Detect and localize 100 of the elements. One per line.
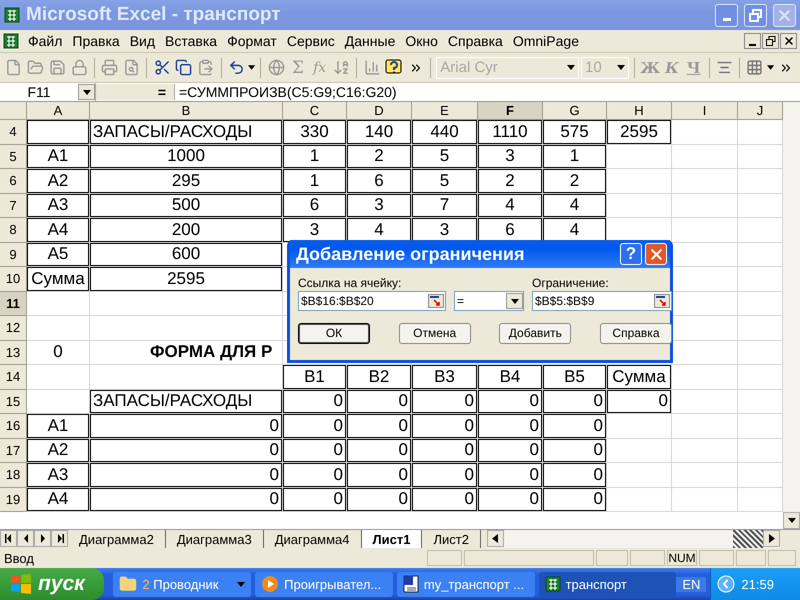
table-cell: Сумма bbox=[607, 365, 672, 390]
table-cell: 0 bbox=[90, 414, 283, 438]
language-indicator[interactable]: EN bbox=[676, 576, 706, 592]
menu-item[interactable]: Формат bbox=[222, 33, 282, 49]
table-cell: 2 bbox=[543, 169, 607, 194]
table-cell: 1 bbox=[283, 169, 347, 194]
table-cell: 0 bbox=[283, 488, 347, 512]
menu-item[interactable]: Данные bbox=[340, 33, 400, 49]
table-cell: 0 bbox=[412, 414, 478, 438]
table-cell: 7 bbox=[412, 194, 478, 218]
name-box[interactable]: F11 bbox=[0, 83, 96, 101]
table-cell: А5 bbox=[27, 242, 90, 267]
table-cell: 575 bbox=[543, 120, 607, 144]
table-cell: 0 bbox=[478, 438, 543, 463]
table-cell: 0 bbox=[543, 414, 607, 438]
table-cell: 600 bbox=[90, 242, 283, 267]
table-cell: 3 bbox=[347, 194, 412, 218]
table-cell: 3 bbox=[478, 144, 543, 169]
formula-field[interactable]: =СУММПРОИЗВ(C5:G9;C16:G20) bbox=[175, 84, 397, 100]
table-cell: 0 bbox=[478, 414, 543, 438]
column-header[interactable]: C bbox=[283, 102, 347, 120]
table-cell: 440 bbox=[412, 120, 478, 144]
table-cell: 0 bbox=[347, 488, 412, 512]
row-header[interactable]: 8 bbox=[0, 218, 27, 242]
table-cell: 0 bbox=[90, 463, 283, 488]
table-cell: 0 bbox=[478, 390, 543, 414]
taskbar-button[interactable]: 2 Проводник bbox=[113, 572, 252, 596]
column-header[interactable]: H bbox=[607, 102, 672, 120]
table-cell: 1 bbox=[543, 144, 607, 169]
operator-select[interactable]: = bbox=[454, 291, 524, 311]
menu-item[interactable]: OmniPage bbox=[508, 33, 584, 49]
table-cell: 0 bbox=[412, 390, 478, 414]
row-header[interactable]: 11 bbox=[0, 292, 27, 316]
sheet-tab[interactable]: Лист1 bbox=[362, 530, 422, 548]
row-header[interactable]: 18 bbox=[0, 463, 27, 488]
table-cell: А4 bbox=[27, 218, 90, 242]
equals-sign: = bbox=[96, 84, 175, 100]
table-cell: ФОРМА ДЛЯ Р bbox=[90, 340, 283, 365]
table-cell: ЗАПАСЫ/РАСХОДЫ bbox=[90, 390, 283, 414]
row-header[interactable]: 12 bbox=[0, 316, 27, 340]
table-cell: В1 bbox=[283, 365, 347, 390]
help-button[interactable]: ? bbox=[620, 243, 642, 265]
column-header[interactable]: J bbox=[738, 102, 783, 120]
column-header[interactable]: I bbox=[672, 102, 738, 120]
menu-item[interactable]: Вид bbox=[124, 33, 160, 49]
menu-item[interactable]: Окно bbox=[400, 33, 443, 49]
taskbar-button[interactable]: my_транспорт ... bbox=[396, 572, 535, 596]
menu-item[interactable]: Справка bbox=[442, 33, 508, 49]
table-cell: А3 bbox=[27, 463, 90, 488]
menu-item[interactable]: Вставка bbox=[160, 33, 222, 49]
column-header[interactable]: G bbox=[543, 102, 607, 120]
row-header[interactable]: 9 bbox=[0, 242, 27, 267]
dialog-button[interactable]: Добавить bbox=[499, 322, 572, 344]
input-field[interactable]: $B$16:$B$20 bbox=[298, 291, 446, 311]
row-header[interactable]: 4 bbox=[0, 120, 27, 144]
row-header[interactable]: 7 bbox=[0, 194, 27, 218]
menu-item[interactable]: Правка bbox=[67, 33, 125, 49]
menu-item[interactable]: Файл bbox=[23, 33, 68, 49]
table-cell: 1 bbox=[283, 144, 347, 169]
column-header[interactable]: D bbox=[347, 102, 412, 120]
dialog-button[interactable]: ОК bbox=[298, 322, 370, 344]
dialog-button[interactable]: Справка bbox=[600, 322, 672, 344]
table-cell: 0 bbox=[283, 438, 347, 463]
column-header[interactable]: A bbox=[27, 102, 90, 120]
num-lock-indicator: NUM bbox=[667, 550, 697, 566]
table-cell: 5 bbox=[412, 169, 478, 194]
table-cell: 0 bbox=[347, 390, 412, 414]
column-header[interactable]: E bbox=[412, 102, 478, 120]
row-header[interactable]: 13 bbox=[0, 340, 27, 365]
column-header[interactable]: F bbox=[478, 102, 543, 120]
taskbar-button[interactable]: Проигрывател... bbox=[255, 572, 393, 596]
column-header[interactable]: B bbox=[90, 102, 283, 120]
table-cell: 2595 bbox=[607, 120, 672, 144]
row-header[interactable]: 6 bbox=[0, 169, 27, 194]
row-header[interactable]: 5 bbox=[0, 144, 27, 169]
row-header[interactable]: 15 bbox=[0, 390, 27, 414]
row-header[interactable]: 17 bbox=[0, 438, 27, 463]
table-cell: ЗАПАСЫ/РАСХОДЫ bbox=[90, 120, 283, 144]
table-cell: 0 bbox=[90, 488, 283, 512]
menu-item[interactable]: Сервис bbox=[282, 33, 340, 49]
table-cell: Сумма bbox=[27, 267, 90, 292]
table-cell: 0 bbox=[543, 390, 607, 414]
table-cell: 6 bbox=[283, 194, 347, 218]
row-header[interactable]: 14 bbox=[0, 365, 27, 390]
dialog-button[interactable]: Отмена bbox=[398, 322, 471, 344]
row-header[interactable]: 16 bbox=[0, 414, 27, 438]
table-cell: 0 bbox=[543, 463, 607, 488]
row-header[interactable]: 19 bbox=[0, 488, 27, 512]
taskbar-button[interactable]: транспорт bbox=[538, 572, 676, 596]
table-cell: 2 bbox=[478, 169, 543, 194]
input-field[interactable]: $B$5:$B$9 bbox=[532, 291, 672, 311]
table-cell: 0 bbox=[347, 438, 412, 463]
table-cell: 0 bbox=[412, 488, 478, 512]
table-cell: 2595 bbox=[90, 267, 283, 292]
table-cell: 0 bbox=[27, 340, 90, 365]
table-cell: 0 bbox=[283, 463, 347, 488]
table-cell: А2 bbox=[27, 438, 90, 463]
row-header[interactable]: 10 bbox=[0, 267, 27, 292]
table-cell: 0 bbox=[412, 463, 478, 488]
start-button[interactable]: пуск bbox=[0, 568, 104, 600]
